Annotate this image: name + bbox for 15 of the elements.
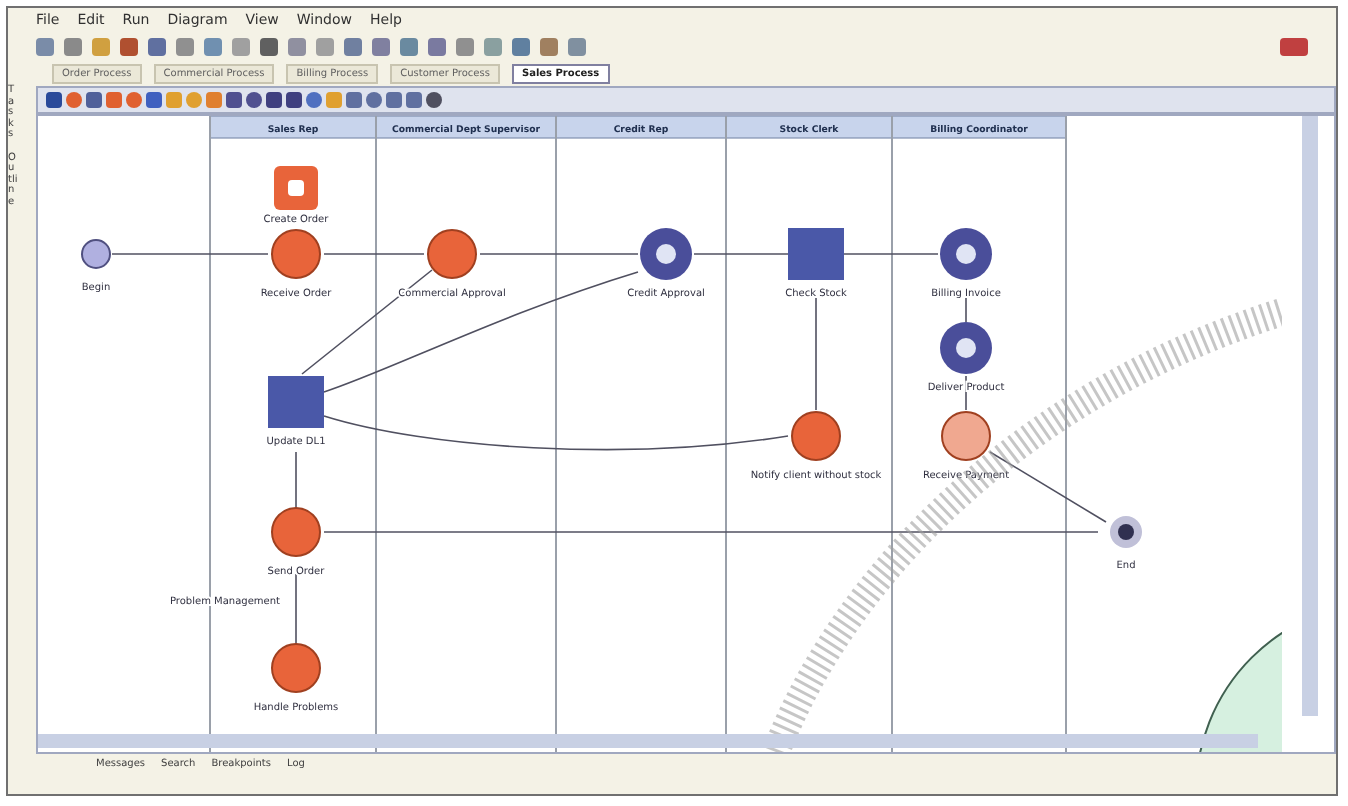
task-node [788, 228, 844, 280]
activity-node [427, 229, 477, 279]
start-event-icon [81, 239, 111, 269]
activity-node [941, 411, 991, 461]
activity-node [271, 229, 321, 279]
activity-node [791, 411, 841, 461]
task-node [268, 376, 324, 428]
subprocess-node [940, 228, 992, 280]
end-event-icon [1110, 516, 1142, 548]
vertical-scrollbar[interactable] [1302, 116, 1318, 716]
subprocess-node [640, 228, 692, 280]
activity-node [271, 507, 321, 557]
activity-node [271, 643, 321, 693]
horizontal-scrollbar[interactable] [38, 734, 1258, 748]
subprocess-node [940, 322, 992, 374]
